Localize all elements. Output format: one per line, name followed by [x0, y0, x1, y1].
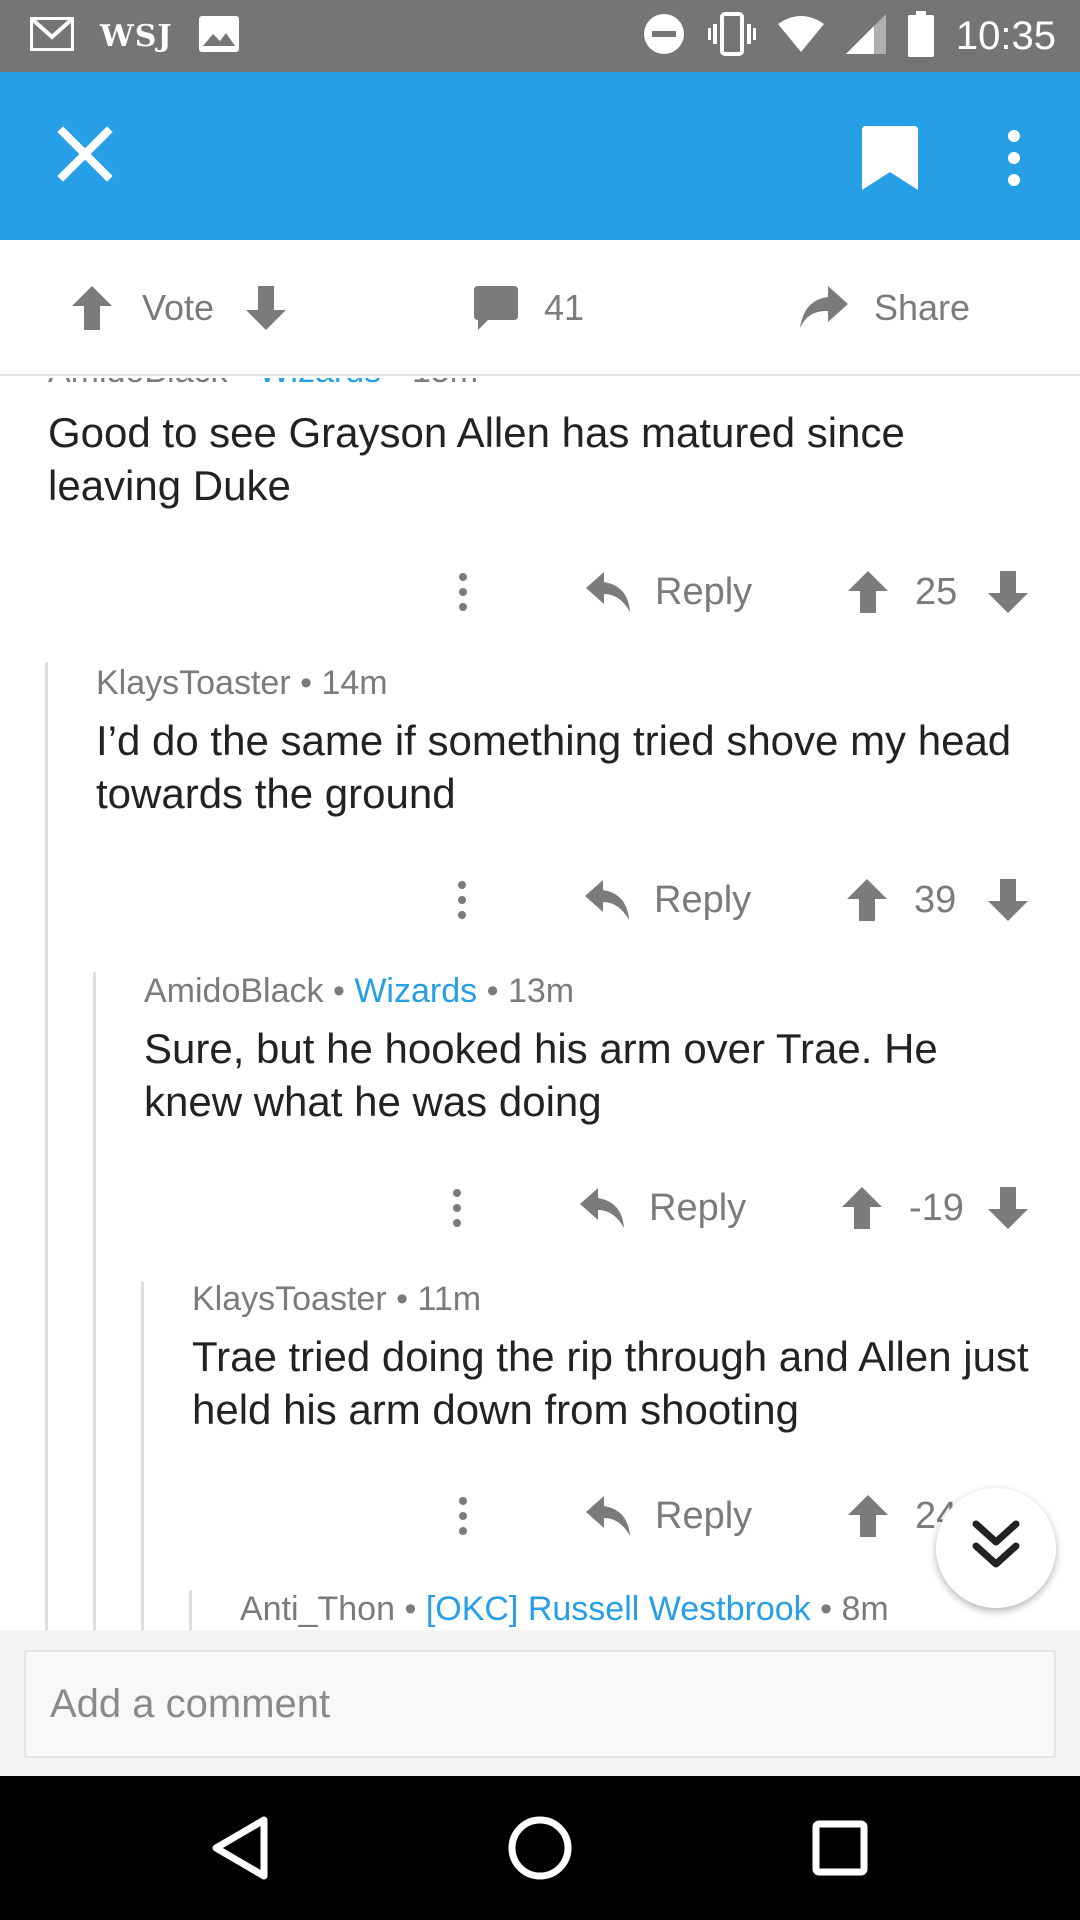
- reply-icon[interactable]: [586, 1486, 630, 1546]
- comment-flair: Wizards: [354, 972, 478, 1010]
- comment-author[interactable]: Anti_Thon: [240, 1590, 395, 1628]
- comment-time: 8m: [841, 1590, 889, 1628]
- comment-icon[interactable]: [474, 284, 518, 332]
- comment-actions: Reply -19: [0, 1178, 1080, 1238]
- comment-body: Good to see Grayson Allen has matured si…: [48, 409, 905, 509]
- upvote-icon[interactable]: [847, 870, 887, 930]
- comment-time: 13m: [507, 972, 575, 1010]
- upvote-icon[interactable]: [848, 1486, 888, 1546]
- status-bar: WSJ 10:35: [0, 0, 1080, 72]
- reply-icon[interactable]: [585, 870, 629, 930]
- thread-line: [189, 1590, 192, 1630]
- comment-meta: AmidoBlack • Wizards • 13m: [144, 972, 575, 1010]
- comment-score: -19: [909, 1186, 964, 1229]
- clock: 10:35: [955, 13, 1056, 58]
- comment-flair: [OKC] Russell Westbrook: [425, 1590, 811, 1628]
- home-icon[interactable]: [504, 1812, 576, 1884]
- comment-score: 39: [914, 878, 957, 921]
- bookmark-icon[interactable]: [862, 126, 918, 190]
- image-icon: [198, 15, 239, 57]
- comment-author[interactable]: KlaysToaster: [96, 664, 291, 702]
- thread-line: [141, 1282, 144, 1630]
- comment-composer: Add a comment: [0, 1630, 1080, 1776]
- more-options-icon[interactable]: [454, 870, 470, 930]
- reply-button[interactable]: Reply: [655, 1486, 752, 1546]
- vote-label: Vote: [142, 287, 215, 328]
- close-icon[interactable]: [55, 124, 115, 184]
- comment-score: 25: [915, 570, 958, 613]
- comment-meta: KlaysToaster • 14m: [96, 664, 388, 702]
- comment-body: Trae tried doing the rip through and All…: [192, 1333, 1029, 1433]
- comment-actions: Reply 25: [0, 562, 1080, 622]
- recents-icon[interactable]: [804, 1812, 876, 1884]
- comment-time: 15m: [412, 378, 478, 390]
- navigation-bar: [0, 1776, 1080, 1920]
- add-comment-input[interactable]: Add a comment: [24, 1650, 1056, 1758]
- comment-actions: Reply 39: [0, 870, 1080, 930]
- wsj-icon: WSJ: [100, 18, 173, 54]
- comment-actions: Reply 24: [0, 1486, 1080, 1546]
- comment-flair: Wizards: [258, 378, 381, 390]
- comment-body: I’d do the same if something tried shove…: [96, 717, 1012, 817]
- downvote-icon[interactable]: [988, 1178, 1028, 1238]
- comments-list: AmidoBlack • Wizards • 15m Good to see G…: [0, 378, 1080, 1630]
- reply-icon[interactable]: [580, 1178, 624, 1238]
- reply-icon[interactable]: [586, 562, 630, 622]
- upvote-icon[interactable]: [842, 1178, 882, 1238]
- scroll-down-button[interactable]: [936, 1488, 1056, 1608]
- comment-meta: AmidoBlack • Wizards • 15m: [48, 378, 478, 391]
- post-action-bar: Vote 41 Share: [0, 240, 1080, 376]
- upvote-icon[interactable]: [848, 562, 888, 622]
- comment-meta: KlaysToaster • 11m: [192, 1280, 482, 1318]
- gmail-icon: [29, 15, 75, 56]
- comment-author[interactable]: KlaysToaster: [192, 1280, 387, 1318]
- downvote-icon[interactable]: [988, 562, 1028, 622]
- comment-body: Sure, but he hooked his arm over Trae. H…: [144, 1025, 938, 1125]
- reply-button[interactable]: Reply: [654, 870, 751, 930]
- comment-author[interactable]: AmidoBlack: [144, 972, 324, 1010]
- signal-icon: [845, 13, 886, 59]
- downvote-icon[interactable]: [246, 284, 286, 332]
- upvote-icon[interactable]: [72, 284, 112, 332]
- double-chevron-down-icon: [972, 1520, 1020, 1577]
- comment-meta: Anti_Thon • [OKC] Russell Westbrook • 8m: [240, 1590, 889, 1628]
- share-icon[interactable]: [800, 284, 848, 332]
- overflow-menu-icon[interactable]: [998, 128, 1030, 188]
- downvote-icon[interactable]: [988, 870, 1028, 930]
- reply-button[interactable]: Reply: [649, 1178, 746, 1238]
- comment-time: 11m: [417, 1280, 482, 1318]
- share-label[interactable]: Share: [874, 284, 970, 332]
- vibrate-icon: [707, 11, 756, 61]
- do-not-disturb-icon: [642, 12, 686, 61]
- app-bar: [0, 72, 1080, 240]
- comment-count[interactable]: 41: [544, 284, 584, 332]
- battery-icon: [907, 10, 934, 62]
- back-icon[interactable]: [204, 1812, 276, 1884]
- more-options-icon[interactable]: [449, 1178, 465, 1238]
- comment-author[interactable]: AmidoBlack: [48, 378, 228, 390]
- more-options-icon[interactable]: [455, 562, 471, 622]
- more-options-icon[interactable]: [455, 1486, 471, 1546]
- thread-line: [45, 662, 48, 1630]
- wifi-icon: [777, 15, 824, 57]
- reply-button[interactable]: Reply: [655, 562, 752, 622]
- comment-time: 14m: [321, 664, 388, 702]
